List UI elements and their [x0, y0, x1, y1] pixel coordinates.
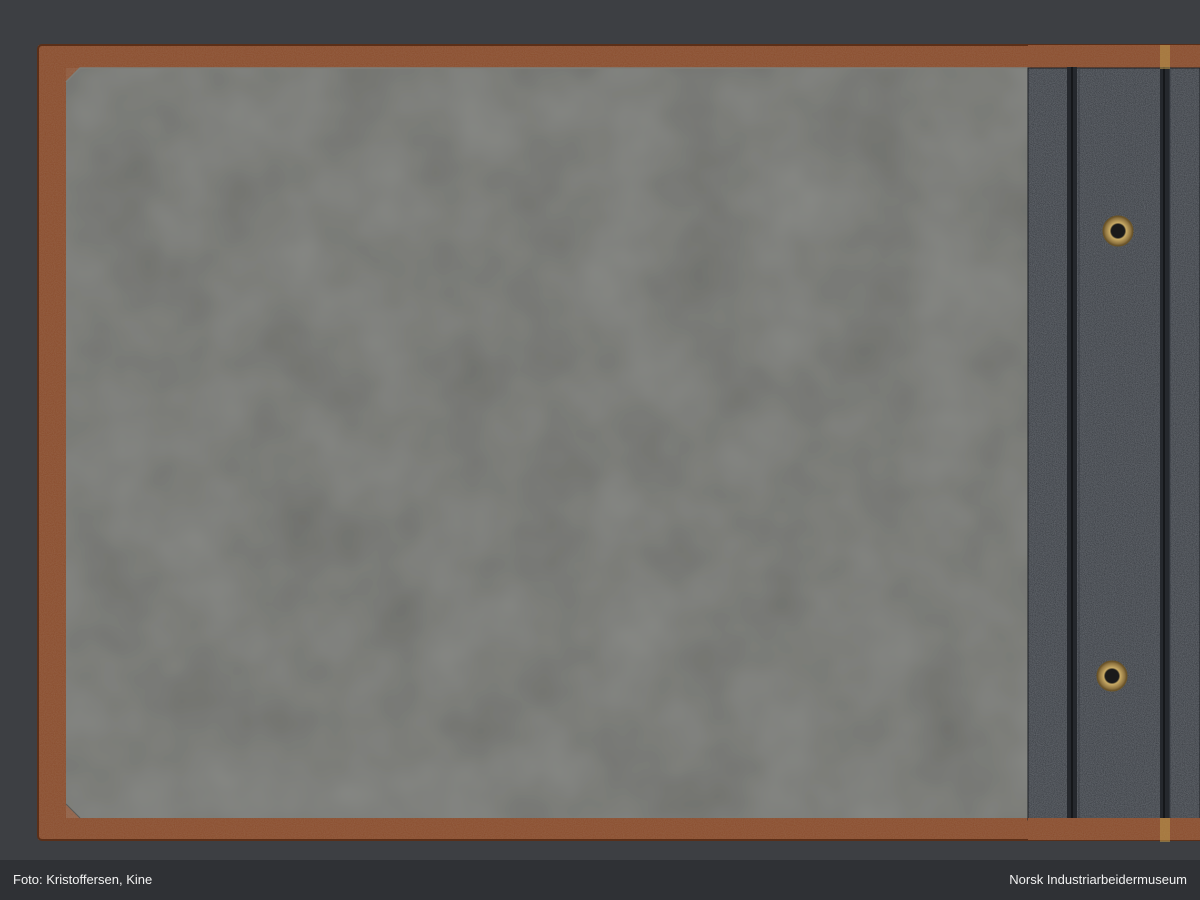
photographer-credit: Foto: Kristoffersen, Kine — [13, 872, 153, 887]
brass-grommet-lower — [1096, 660, 1128, 692]
album-photo — [0, 0, 1200, 860]
grey-endpaper — [66, 68, 1030, 818]
black-spine-strip — [1028, 68, 1200, 820]
institution-credit: Norsk Industriarbeidermuseum — [1009, 872, 1187, 887]
brass-grommet-upper — [1102, 215, 1134, 247]
